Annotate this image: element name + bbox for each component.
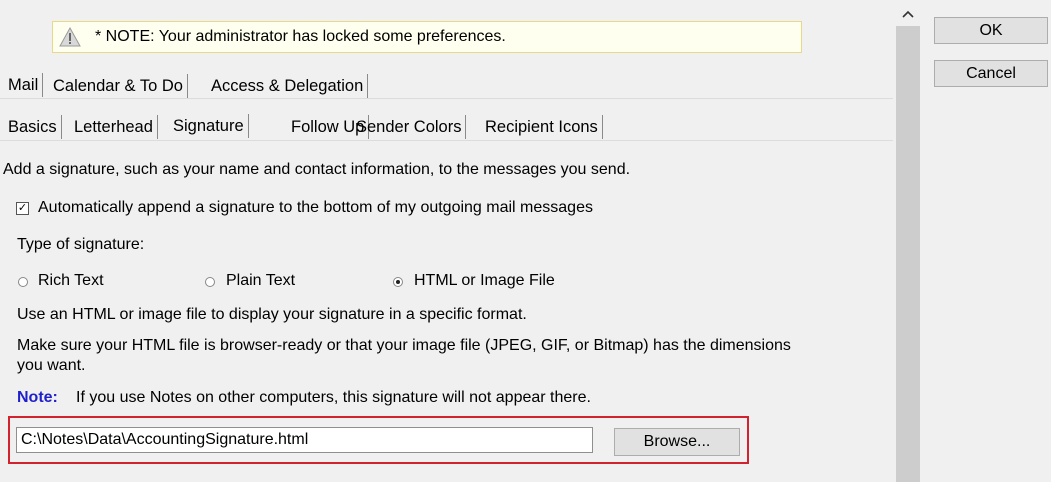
plain-text-label[interactable]: Plain Text [226, 272, 295, 290]
main-tabs-divider [0, 98, 893, 99]
browser-ready-line-2: you want. [17, 357, 86, 374]
browser-ready-line-1: Make sure your HTML file is browser-read… [17, 337, 791, 354]
signature-type-label: Type of signature: [17, 236, 145, 253]
tab-calendar-todo[interactable]: Calendar & To Do [49, 74, 188, 98]
tab-signature[interactable]: Signature [169, 114, 249, 138]
tab-basics[interactable]: Basics [4, 115, 62, 139]
signature-file-path-input[interactable] [16, 427, 593, 453]
scrollbar-thumb[interactable] [896, 26, 920, 482]
tab-sender-colors[interactable]: Sender Colors [352, 115, 467, 139]
banner-text: * NOTE: Your administrator has locked so… [95, 28, 506, 45]
signature-intro: Add a signature, such as your name and c… [3, 161, 631, 178]
html-image-radio[interactable] [393, 277, 403, 287]
tab-recipient-icons[interactable]: Recipient Icons [481, 115, 603, 139]
tab-letterhead[interactable]: Letterhead [70, 115, 158, 139]
auto-append-checkbox[interactable]: ✓ [16, 202, 29, 215]
auto-append-label[interactable]: Automatically append a signature to the … [38, 199, 593, 217]
html-image-label[interactable]: HTML or Image File [414, 272, 555, 290]
plain-text-radio[interactable] [205, 277, 215, 287]
ok-button[interactable]: OK [934, 17, 1048, 44]
locked-preferences-banner: * NOTE: Your administrator has locked so… [52, 21, 802, 53]
tab-access-delegation[interactable]: Access & Delegation [207, 74, 369, 98]
html-description: Use an HTML or image file to display you… [17, 306, 527, 323]
cancel-button[interactable]: Cancel [934, 60, 1048, 87]
warning-icon [59, 27, 81, 47]
browse-button[interactable]: Browse... [614, 428, 740, 456]
signature-file-group: Browse... [8, 416, 749, 464]
sub-tabs-divider [0, 140, 893, 141]
chevron-up-icon[interactable] [895, 0, 921, 24]
tab-mail[interactable]: Mail [4, 73, 44, 97]
rich-text-label[interactable]: Rich Text [38, 272, 104, 290]
note-label: Note: [17, 389, 58, 406]
note-text: If you use Notes on other computers, thi… [76, 389, 591, 406]
rich-text-radio[interactable] [18, 277, 28, 287]
